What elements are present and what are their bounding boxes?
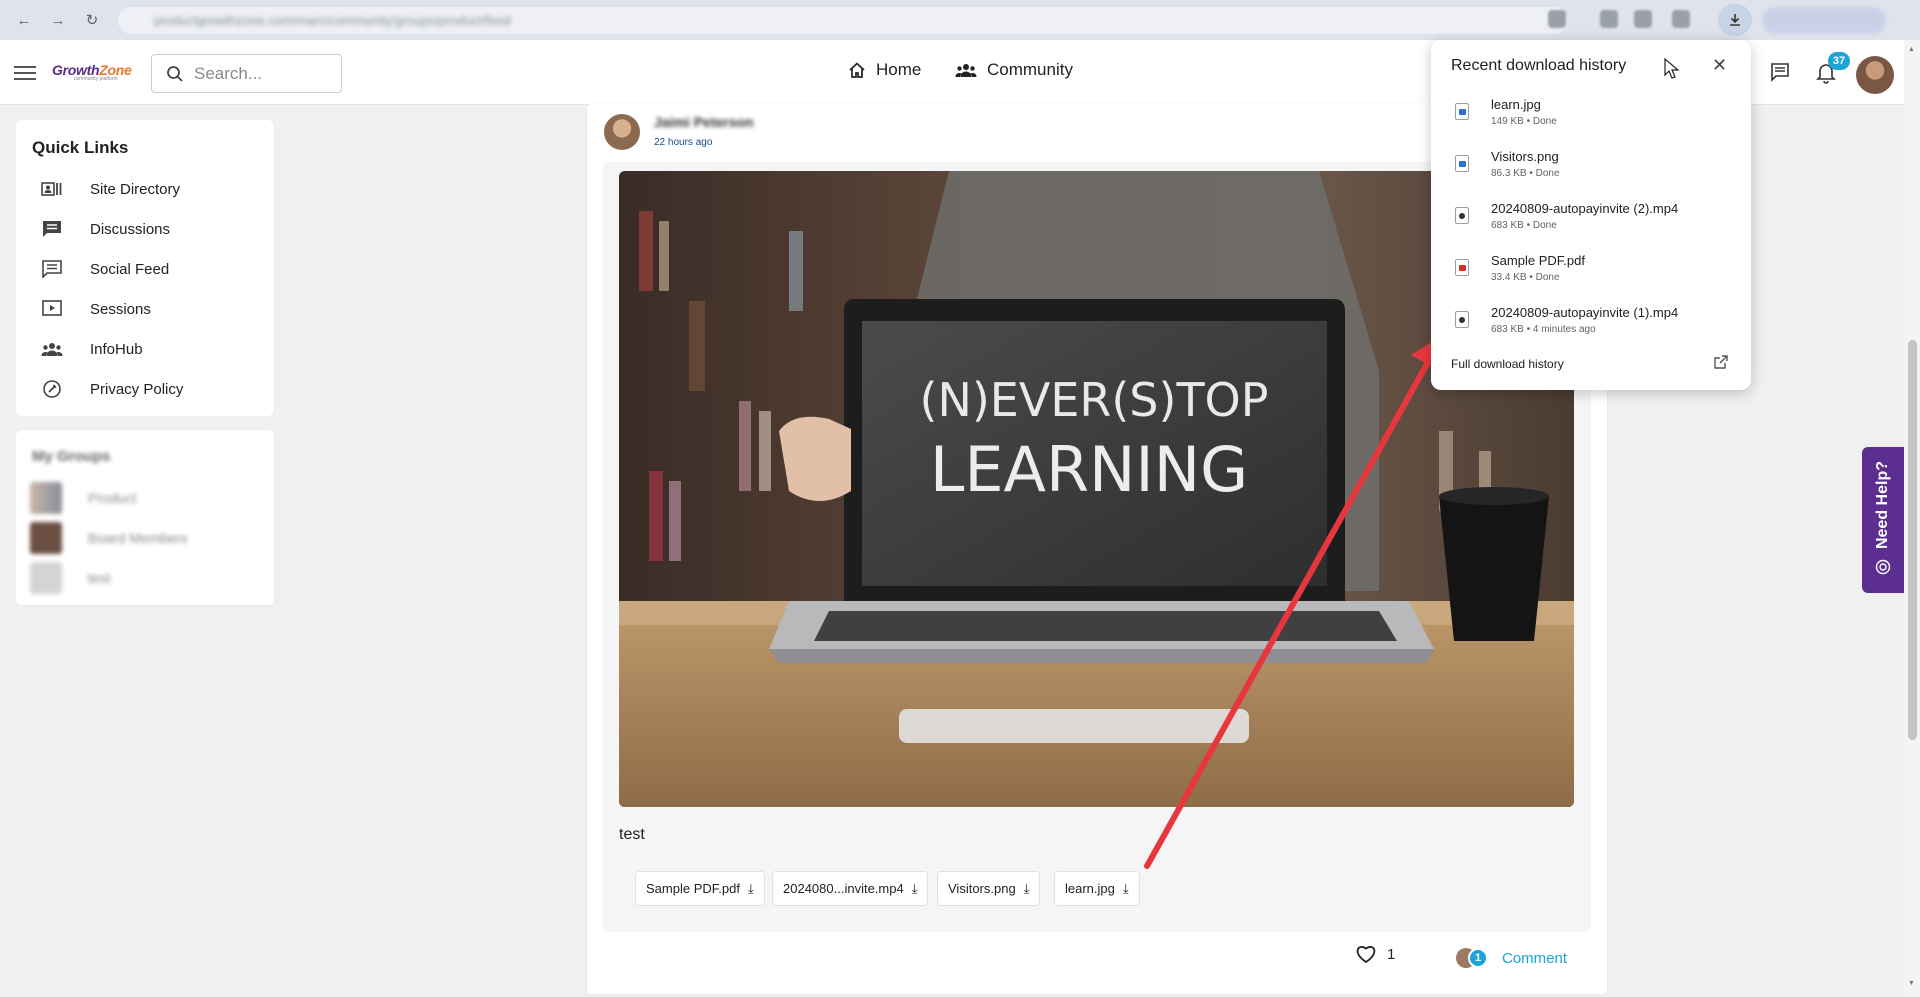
open-external-icon[interactable] xyxy=(1713,354,1729,375)
download-history-popup: Recent download history ✕ learn.jpg 149 … xyxy=(1431,40,1751,390)
download-item[interactable]: Sample PDF.pdf 33.4 KB • Done xyxy=(1451,253,1731,295)
video-file-icon xyxy=(1455,311,1469,328)
download-item[interactable]: Visitors.png 86.3 KB • Done xyxy=(1451,149,1731,191)
download-item[interactable]: 20240809-autopayinvite (2).mp4 683 KB • … xyxy=(1451,201,1731,243)
download-meta: 683 KB • 4 minutes ago xyxy=(1491,324,1596,335)
download-item[interactable]: learn.jpg 149 KB • Done xyxy=(1451,97,1731,139)
download-meta: 86.3 KB • Done xyxy=(1491,168,1560,179)
download-popup-title: Recent download history xyxy=(1451,57,1627,74)
video-file-icon xyxy=(1455,207,1469,224)
download-filename: 20240809-autopayinvite (2).mp4 xyxy=(1491,201,1679,216)
mouse-cursor-icon xyxy=(1664,58,1680,79)
download-filename: Sample PDF.pdf xyxy=(1491,253,1585,268)
download-meta: 33.4 KB • Done xyxy=(1491,272,1560,283)
close-icon[interactable]: ✕ xyxy=(1712,55,1727,76)
pdf-file-icon xyxy=(1455,259,1469,276)
full-download-history-link[interactable]: Full download history xyxy=(1451,357,1564,371)
download-meta: 149 KB • Done xyxy=(1491,116,1557,127)
image-file-icon xyxy=(1455,155,1469,172)
download-filename: learn.jpg xyxy=(1491,97,1541,112)
image-file-icon xyxy=(1455,103,1469,120)
download-meta: 683 KB • Done xyxy=(1491,220,1557,231)
download-filename: 20240809-autopayinvite (1).mp4 xyxy=(1491,305,1679,320)
download-item[interactable]: 20240809-autopayinvite (1).mp4 683 KB • … xyxy=(1451,305,1731,347)
download-filename: Visitors.png xyxy=(1491,149,1559,164)
